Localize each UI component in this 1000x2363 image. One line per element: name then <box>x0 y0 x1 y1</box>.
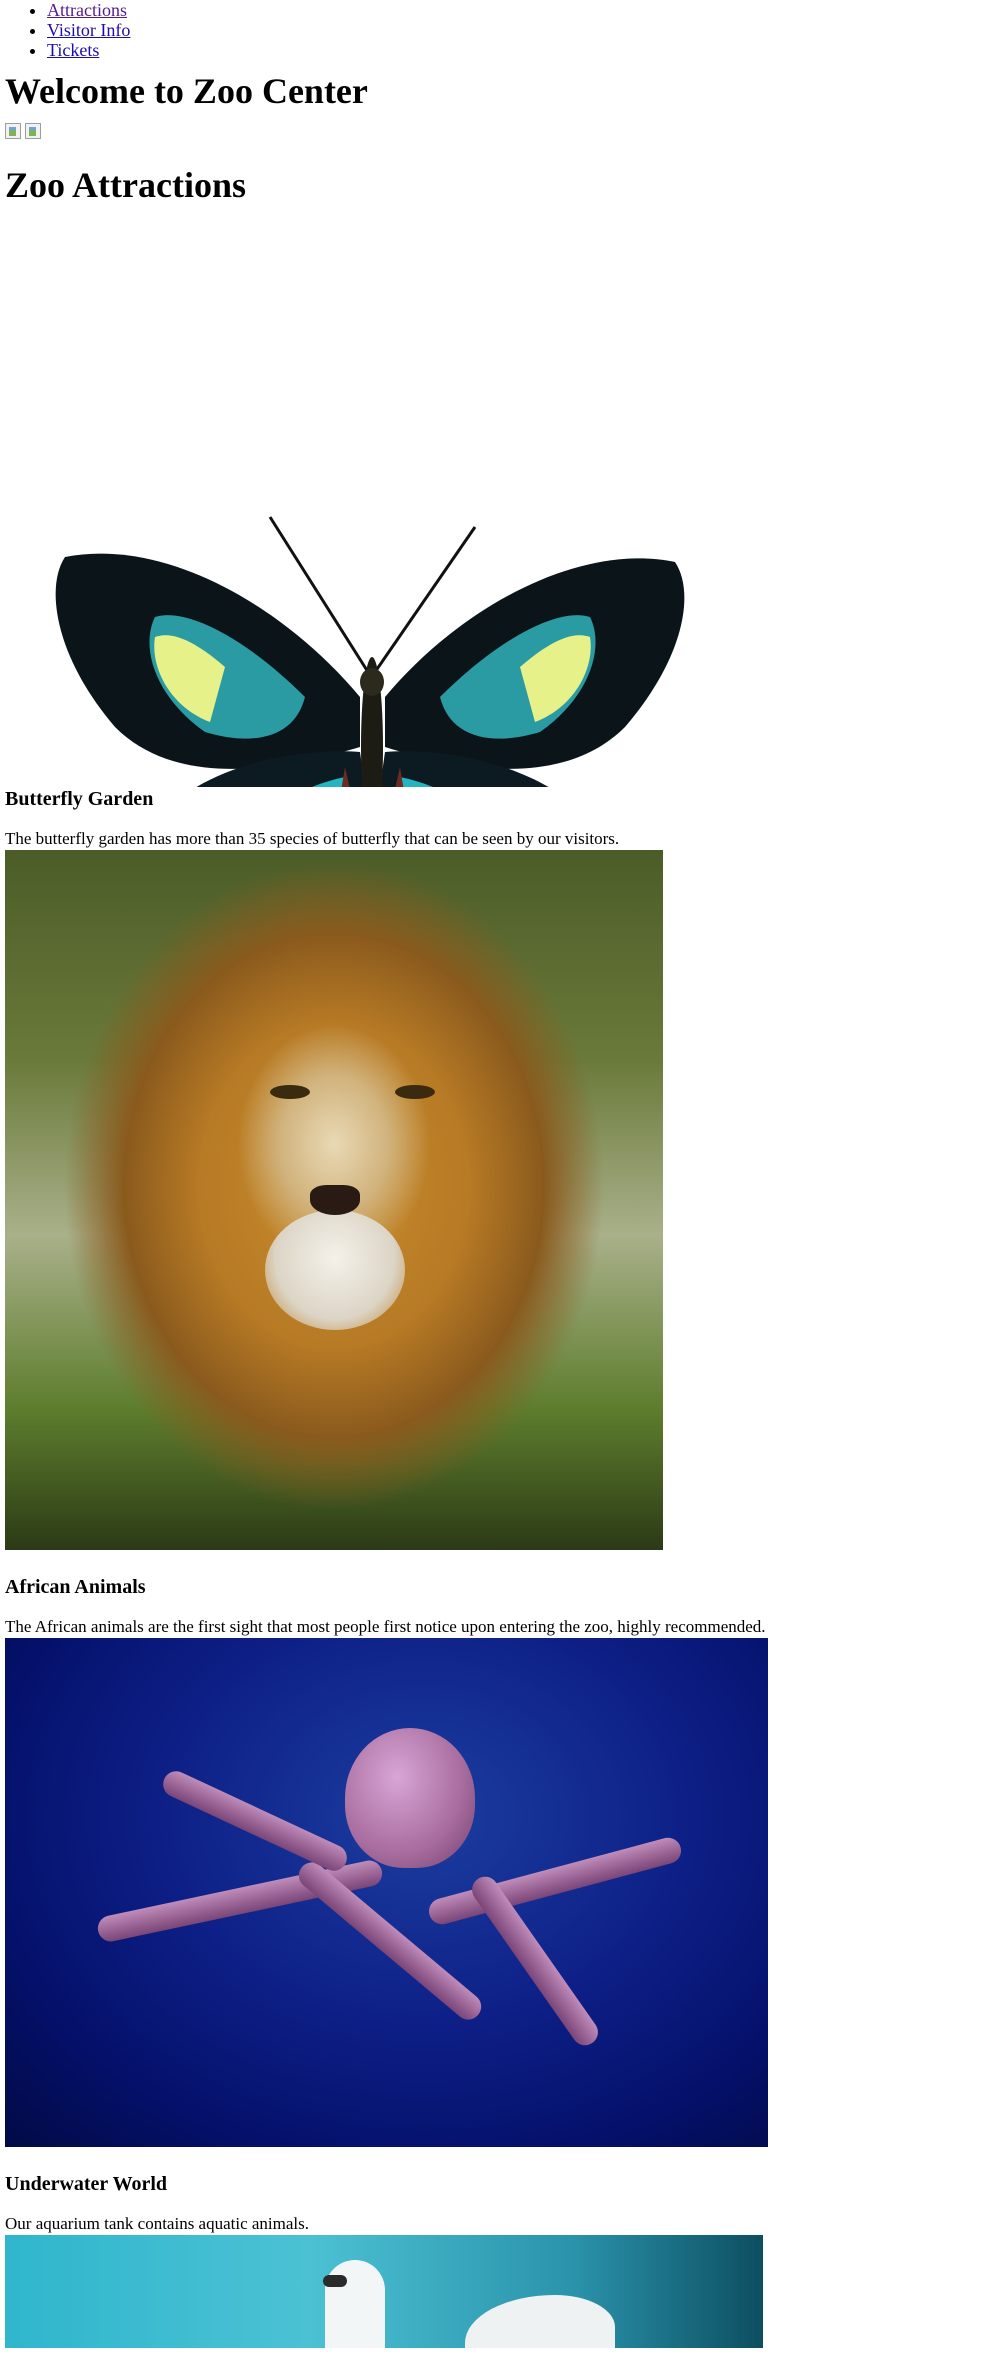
octopus-arm <box>426 1834 684 1928</box>
nav-link-tickets[interactable]: Tickets <box>47 40 99 60</box>
nav-link-attractions[interactable]: Attractions <box>47 0 127 20</box>
attraction-title: Underwater World <box>5 2173 168 2195</box>
lion-eye <box>270 1085 310 1099</box>
octopus-arm <box>158 1766 352 1876</box>
attraction-swan <box>5 2235 995 2348</box>
nav-link-visitor-info[interactable]: Visitor Info <box>47 20 130 40</box>
butterfly-illustration <box>55 516 685 787</box>
top-navigation: Attractions Visitor Info Tickets <box>5 0 995 60</box>
attraction-title: Butterfly Garden <box>5 788 154 810</box>
attraction-african-animals: African Animals The African animals are … <box>5 850 995 1638</box>
swan-wing <box>465 2295 615 2348</box>
nav-item-attractions: Attractions <box>47 0 995 20</box>
nav-list: Attractions Visitor Info Tickets <box>5 0 995 60</box>
attraction-description: Our aquarium tank contains aquatic anima… <box>5 2214 310 2233</box>
broken-image-icon <box>25 123 41 139</box>
octopus-image <box>5 1638 768 2147</box>
attraction-underwater-world: Underwater World Our aquarium tank conta… <box>5 1638 995 2235</box>
page-title: Welcome to Zoo Center <box>5 71 368 111</box>
octopus-arm <box>293 1857 487 2025</box>
swan-beak <box>323 2275 347 2287</box>
lion-eye <box>395 1085 435 1099</box>
attraction-description: The butterfly garden has more than 35 sp… <box>5 829 620 848</box>
lion-image <box>5 850 663 1550</box>
lion-muzzle <box>265 1210 405 1330</box>
attraction-butterfly-garden: Butterfly Garden The butterfly garden ha… <box>5 227 995 850</box>
attraction-title: African Animals <box>5 1576 146 1598</box>
swan-neck <box>325 2260 385 2348</box>
broken-image-icon <box>5 123 21 139</box>
butterfly-image <box>5 227 695 787</box>
lion-nose <box>310 1185 360 1215</box>
attraction-description: The African animals are the first sight … <box>5 1617 766 1636</box>
broken-image-row <box>5 123 995 145</box>
swan-image <box>5 2235 763 2348</box>
nav-item-tickets: Tickets <box>47 40 995 60</box>
section-title: Zoo Attractions <box>5 165 246 205</box>
nav-item-visitor-info: Visitor Info <box>47 20 995 40</box>
octopus-head <box>345 1728 475 1868</box>
